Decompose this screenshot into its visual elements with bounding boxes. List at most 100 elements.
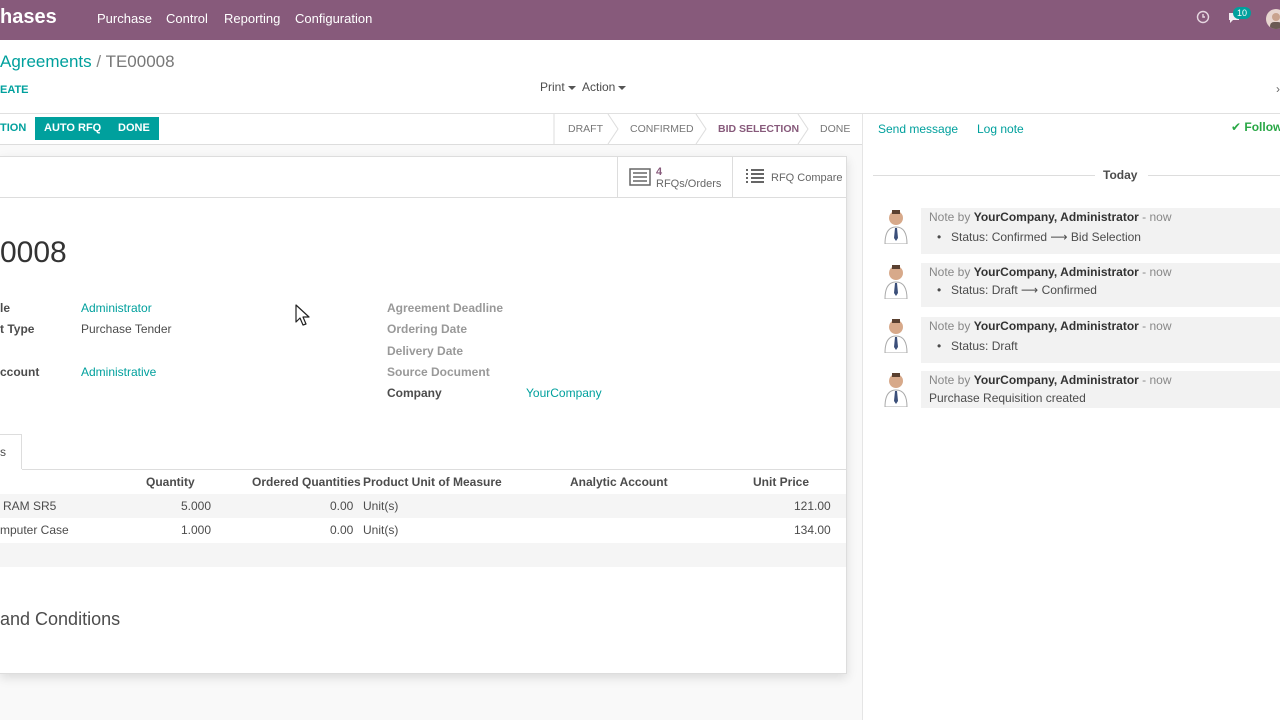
- cell-product: mputer Case: [0, 523, 69, 537]
- tab-products[interactable]: s: [0, 434, 22, 469]
- chatter-message: Note by YourCompany, Administrator - now…: [863, 371, 1280, 421]
- mouse-cursor-icon: [295, 304, 310, 326]
- chatter-message: Note by YourCompany, Administrator - now…: [863, 208, 1280, 258]
- message-text: Status: Confirmed ⟶ Bid Selection: [937, 230, 1141, 244]
- field-company-value[interactable]: YourCompany: [526, 386, 602, 400]
- send-message-button[interactable]: Send message: [878, 122, 958, 136]
- create-button[interactable]: EATE: [0, 84, 29, 96]
- column-header-analytic-account[interactable]: Analytic Account: [570, 475, 668, 489]
- field-label-agreement-type: t Type: [0, 322, 35, 336]
- stage-separator: [553, 114, 555, 144]
- form-statusbar: TION AUTO RFQ DONE DRAFT CONFIRMED BID S…: [0, 114, 862, 145]
- stage-separator: [797, 114, 809, 144]
- log-note-button[interactable]: Log note: [977, 122, 1024, 136]
- field-label-responsible: le: [0, 301, 11, 315]
- field-analytic-account-value[interactable]: Administrative: [81, 365, 156, 379]
- pager-next-icon[interactable]: ›: [1276, 82, 1280, 96]
- author-avatar[interactable]: [883, 317, 909, 353]
- done-button[interactable]: DONE: [109, 117, 159, 140]
- cell-price: 134.00: [794, 523, 831, 537]
- field-label-ordering-date: Ordering Date: [387, 322, 468, 336]
- user-avatar[interactable]: [1266, 9, 1280, 29]
- chat-count-badge: 10: [1233, 7, 1252, 19]
- rfqs-orders-smart-button[interactable]: 4 RFQs/Orders: [617, 157, 732, 197]
- breadcrumb-separator: /: [96, 52, 102, 71]
- breadcrumb-agreements-link[interactable]: Agreements: [0, 52, 92, 71]
- field-agreement-type-value[interactable]: Purchase Tender: [81, 322, 172, 336]
- cell-quantity: 5.000: [181, 499, 212, 513]
- field-label-delivery-date: Delivery Date: [387, 344, 464, 358]
- stage-draft[interactable]: DRAFT: [568, 114, 603, 144]
- form-sheet: 4 RFQs/Orders RFQ Compare: [0, 156, 847, 674]
- cell-ordered: 0.00: [330, 523, 354, 537]
- message-author[interactable]: YourCompany, Administrator: [974, 373, 1139, 387]
- author-avatar[interactable]: [883, 208, 909, 244]
- smart-button-bar: 4 RFQs/Orders RFQ Compare: [0, 157, 846, 198]
- column-header-ordered-quantities[interactable]: Ordered Quantities: [252, 475, 361, 489]
- stage-done[interactable]: DONE: [820, 114, 850, 144]
- following-button[interactable]: ✔ Followi: [1231, 120, 1280, 134]
- field-responsible-value[interactable]: Administrator: [81, 301, 152, 315]
- day-divider-right: [1148, 175, 1280, 176]
- cell-price: 121.00: [794, 499, 831, 513]
- action-label: Action: [582, 80, 616, 94]
- message-prefix: Note by: [929, 373, 971, 387]
- message-time: - now: [1142, 319, 1172, 333]
- message-body: Note by YourCompany, Administrator - now…: [921, 208, 1280, 254]
- list-document-icon: [629, 168, 651, 186]
- message-time: - now: [1142, 265, 1172, 279]
- message-text: Purchase Requisition created: [929, 391, 1086, 405]
- cell-ordered: 0.00: [330, 499, 354, 513]
- check-icon: ✔: [1231, 120, 1245, 134]
- stage-bid-selection[interactable]: BID SELECTION: [718, 114, 799, 144]
- table-row[interactable]: mputer Case 1.000 0.00 Unit(s) 134.00: [0, 518, 846, 542]
- message-text: Status: Draft: [937, 339, 1018, 353]
- column-header-uom[interactable]: Product Unit of Measure: [363, 475, 502, 489]
- app-title[interactable]: hases: [0, 6, 57, 29]
- menu-purchase[interactable]: Purchase: [97, 11, 152, 26]
- message-prefix: Note by: [929, 319, 971, 333]
- caret-down-icon: [567, 85, 576, 90]
- chatter-panel: Send message Log note ✔ Followi Today No…: [862, 114, 1280, 720]
- message-author[interactable]: YourCompany, Administrator: [974, 319, 1139, 333]
- rfq-compare-label: RFQ Compare: [771, 172, 843, 184]
- author-avatar[interactable]: [883, 371, 909, 407]
- stage-confirmed[interactable]: CONFIRMED: [630, 114, 694, 144]
- day-label: Today: [1103, 168, 1138, 182]
- message-header: Note by YourCompany, Administrator - now: [929, 265, 1172, 279]
- auto-rfq-button[interactable]: AUTO RFQ: [35, 117, 111, 140]
- record-title: 0008: [0, 236, 67, 269]
- column-header-quantity[interactable]: Quantity: [146, 475, 195, 489]
- action-dropdown[interactable]: Action: [582, 80, 627, 94]
- confirm-action-button[interactable]: TION: [0, 117, 36, 140]
- message-header: Note by YourCompany, Administrator - now: [929, 210, 1172, 224]
- activity-clock-icon[interactable]: [1196, 10, 1210, 27]
- author-avatar[interactable]: [883, 263, 909, 299]
- table-row-empty: [0, 543, 846, 567]
- menu-reporting[interactable]: Reporting: [224, 11, 280, 26]
- cell-quantity: 1.000: [181, 523, 212, 537]
- message-author[interactable]: YourCompany, Administrator: [974, 265, 1139, 279]
- cell-product: RAM SR5: [3, 499, 57, 513]
- tab-divider: [22, 469, 847, 470]
- column-header-unit-price[interactable]: Unit Price: [753, 475, 809, 489]
- message-body: Note by YourCompany, Administrator - now…: [921, 317, 1280, 363]
- terms-and-conditions-heading: and Conditions: [0, 609, 121, 629]
- stage-separator: [607, 114, 619, 144]
- rfq-label: RFQs/Orders: [656, 178, 722, 190]
- message-author[interactable]: YourCompany, Administrator: [974, 210, 1139, 224]
- message-time: - now: [1142, 373, 1172, 387]
- rfq-compare-smart-button[interactable]: RFQ Compare: [732, 157, 846, 197]
- table-row[interactable]: RAM SR5 5.000 0.00 Unit(s) 121.00: [0, 494, 846, 518]
- chatter-message: Note by YourCompany, Administrator - now…: [863, 263, 1280, 313]
- stage-separator: [695, 114, 707, 144]
- menu-configuration[interactable]: Configuration: [295, 11, 372, 26]
- message-time: - now: [1142, 210, 1172, 224]
- breadcrumb: Agreements / TE00008: [0, 52, 175, 72]
- print-dropdown[interactable]: Print: [540, 80, 576, 94]
- field-label-agreement-deadline: Agreement Deadline: [387, 301, 504, 315]
- cell-uom: Unit(s): [363, 523, 399, 537]
- field-label-analytic-account: ccount: [0, 365, 40, 379]
- message-body: Note by YourCompany, Administrator - now…: [921, 371, 1280, 408]
- menu-control[interactable]: Control: [166, 11, 208, 26]
